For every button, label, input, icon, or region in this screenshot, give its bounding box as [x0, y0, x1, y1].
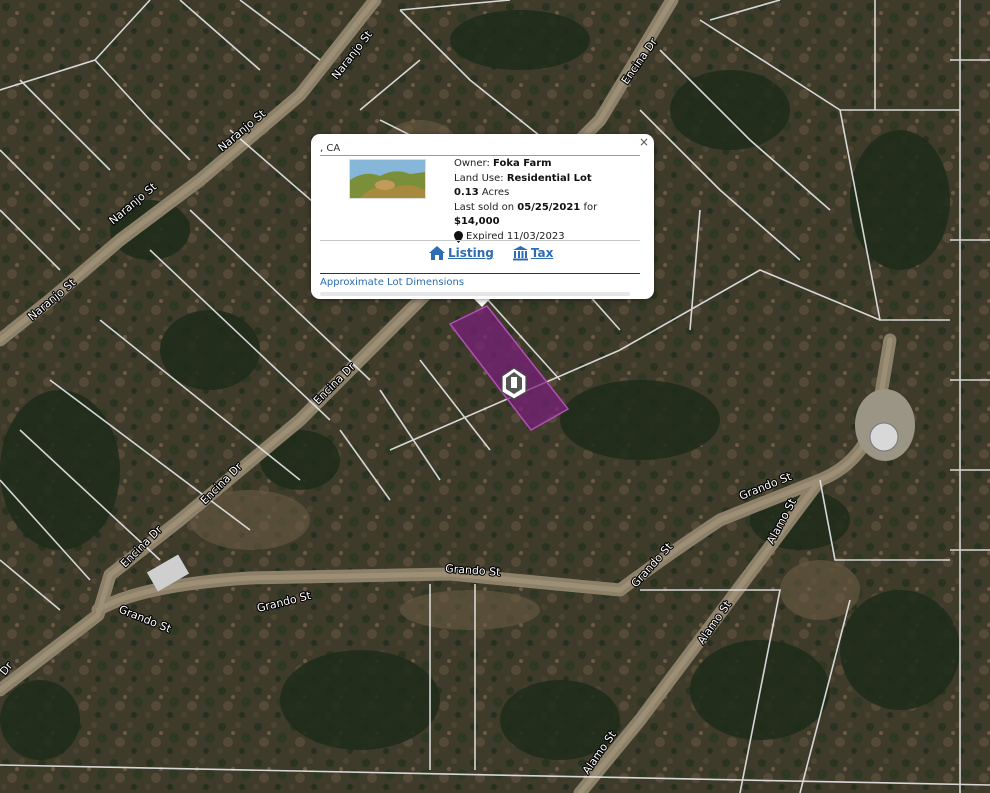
close-button[interactable]: × [639, 135, 649, 149]
listing-link[interactable]: Listing [428, 245, 494, 261]
water-tank [855, 389, 915, 461]
acres-value: 0.13 [454, 187, 479, 198]
owner-value: Foka Farm [493, 158, 552, 169]
home-icon [429, 246, 445, 260]
listing-status: Expired 11/03/2023 [466, 230, 565, 242]
divider [320, 155, 640, 156]
parcel-popup: × , CA Owner: Foka Farm Land Use: Reside… [311, 134, 654, 299]
land-use-value: Residential Lot [506, 172, 592, 184]
sold-date: 05/25/2021 [517, 201, 581, 213]
lot-dimensions-toggle[interactable]: Approximate Lot Dimensions [320, 277, 464, 288]
tax-link[interactable]: Tax [512, 245, 553, 261]
sold-for: for [583, 201, 598, 213]
bank-icon [512, 246, 528, 261]
sold-price: $14,000 [454, 216, 500, 227]
popup-links: Listing Tax [428, 245, 553, 261]
parcel-photo[interactable] [349, 159, 426, 199]
parcel-address: , CA [320, 143, 341, 154]
divider [320, 240, 640, 241]
sold-prefix: Last sold on [454, 201, 515, 213]
parcel-details: Owner: Foka Farm Land Use: Residential L… [454, 157, 597, 244]
popup-tail [473, 298, 491, 307]
lot-dimensions-bar [320, 292, 630, 296]
tax-label[interactable]: Tax [531, 246, 553, 260]
satellite-map[interactable]: Naranjo St Naranjo St Naranjo St Naranjo… [0, 0, 990, 793]
owner-label: Owner: [454, 158, 490, 169]
listing-label[interactable]: Listing [448, 246, 494, 260]
divider [320, 273, 640, 274]
acres-unit: Acres [481, 187, 510, 198]
land-use-label: Land Use: [454, 172, 504, 184]
